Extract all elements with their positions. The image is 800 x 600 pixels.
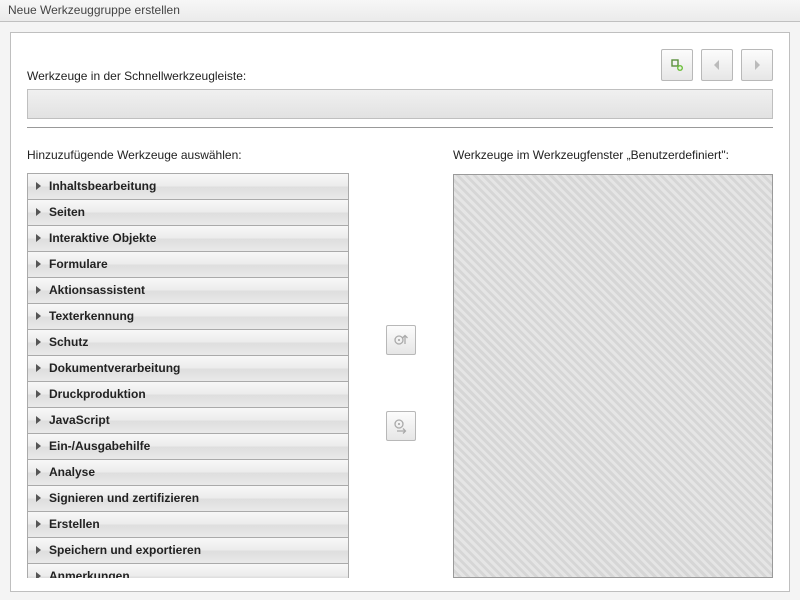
category-label: Erstellen bbox=[49, 517, 100, 531]
window-body: Werkzeuge in der Schnellwerkzeugleiste: bbox=[0, 22, 800, 600]
category-item[interactable]: Signieren und zertifizieren bbox=[27, 486, 349, 512]
prev-button[interactable] bbox=[701, 49, 733, 81]
category-item[interactable]: Analyse bbox=[27, 460, 349, 486]
category-item[interactable]: Druckproduktion bbox=[27, 382, 349, 408]
chevron-right-icon bbox=[36, 260, 41, 268]
category-item[interactable]: Inhaltsbearbeitung bbox=[27, 174, 349, 200]
available-tools-heading: Hinzuzufügende Werkzeuge auswählen: bbox=[27, 148, 349, 163]
category-label: Inhaltsbearbeitung bbox=[49, 179, 156, 193]
category-label: Ein-/Ausgabehilfe bbox=[49, 439, 150, 453]
window-title: Neue Werkzeuggruppe erstellen bbox=[8, 3, 180, 17]
category-label: Interaktive Objekte bbox=[49, 231, 156, 245]
transfer-column bbox=[349, 148, 453, 578]
chevron-right-icon bbox=[36, 286, 41, 294]
category-list: Inhaltsbearbeitung Seiten Interaktive Obje… bbox=[27, 173, 349, 578]
chevron-right-icon bbox=[36, 572, 41, 578]
category-item[interactable]: Dokumentverarbeitung bbox=[27, 356, 349, 382]
category-label: Aktionsassistent bbox=[49, 283, 145, 297]
next-button[interactable] bbox=[741, 49, 773, 81]
category-item[interactable]: Interaktive Objekte bbox=[27, 226, 349, 252]
chevron-right-icon bbox=[36, 442, 41, 450]
quickbar-label: Werkzeuge in der Schnellwerkzeugleiste: bbox=[27, 45, 653, 83]
category-item[interactable]: Anmerkungen bbox=[27, 564, 349, 578]
category-item[interactable]: Speichern und exportieren bbox=[27, 538, 349, 564]
chevron-right-icon bbox=[36, 208, 41, 216]
dialog-panel: Werkzeuge in der Schnellwerkzeugleiste: bbox=[10, 32, 790, 592]
chevron-right-icon bbox=[36, 416, 41, 424]
category-label: Seiten bbox=[49, 205, 85, 219]
category-item[interactable]: JavaScript bbox=[27, 408, 349, 434]
chevron-right-icon bbox=[36, 234, 41, 242]
category-label: Analyse bbox=[49, 465, 95, 479]
available-tools-column: Hinzuzufügende Werkzeuge auswählen: Inha… bbox=[27, 148, 349, 578]
add-to-quickbar-button[interactable] bbox=[661, 49, 693, 81]
category-label: Schutz bbox=[49, 335, 88, 349]
category-item[interactable]: Seiten bbox=[27, 200, 349, 226]
chevron-right-icon bbox=[36, 468, 41, 476]
chevron-right-icon bbox=[36, 546, 41, 554]
category-label: Speichern und exportieren bbox=[49, 543, 201, 557]
quickbar-strip bbox=[27, 89, 773, 119]
category-item[interactable]: Texterkennung bbox=[27, 304, 349, 330]
chevron-right-icon bbox=[36, 338, 41, 346]
chevron-right-icon bbox=[36, 494, 41, 502]
chevron-right-icon bbox=[36, 364, 41, 372]
move-up-button[interactable] bbox=[386, 325, 416, 355]
chevron-right-icon bbox=[36, 312, 41, 320]
target-tools-column: Werkzeuge im Werkzeugfenster „Benutzerde… bbox=[453, 148, 773, 578]
window-titlebar: Neue Werkzeuggruppe erstellen bbox=[0, 0, 800, 22]
target-tools-dropzone[interactable] bbox=[453, 174, 773, 578]
category-label: Formulare bbox=[49, 257, 108, 271]
category-item[interactable]: Schutz bbox=[27, 330, 349, 356]
category-item[interactable]: Ein-/Ausgabehilfe bbox=[27, 434, 349, 460]
category-label: Texterkennung bbox=[49, 309, 134, 323]
category-item[interactable]: Erstellen bbox=[27, 512, 349, 538]
category-item[interactable]: Formulare bbox=[27, 252, 349, 278]
separator bbox=[27, 127, 773, 128]
move-right-button[interactable] bbox=[386, 411, 416, 441]
category-label: JavaScript bbox=[49, 413, 110, 427]
chevron-right-icon bbox=[36, 182, 41, 190]
category-label: Signieren und zertifizieren bbox=[49, 491, 199, 505]
category-label: Dokumentverarbeitung bbox=[49, 361, 180, 375]
chevron-right-icon bbox=[36, 520, 41, 528]
category-label: Druckproduktion bbox=[49, 387, 146, 401]
target-tools-heading: Werkzeuge im Werkzeugfenster „Benutzerde… bbox=[453, 148, 773, 164]
category-label: Anmerkungen bbox=[49, 569, 130, 578]
chevron-right-icon bbox=[36, 390, 41, 398]
category-item[interactable]: Aktionsassistent bbox=[27, 278, 349, 304]
